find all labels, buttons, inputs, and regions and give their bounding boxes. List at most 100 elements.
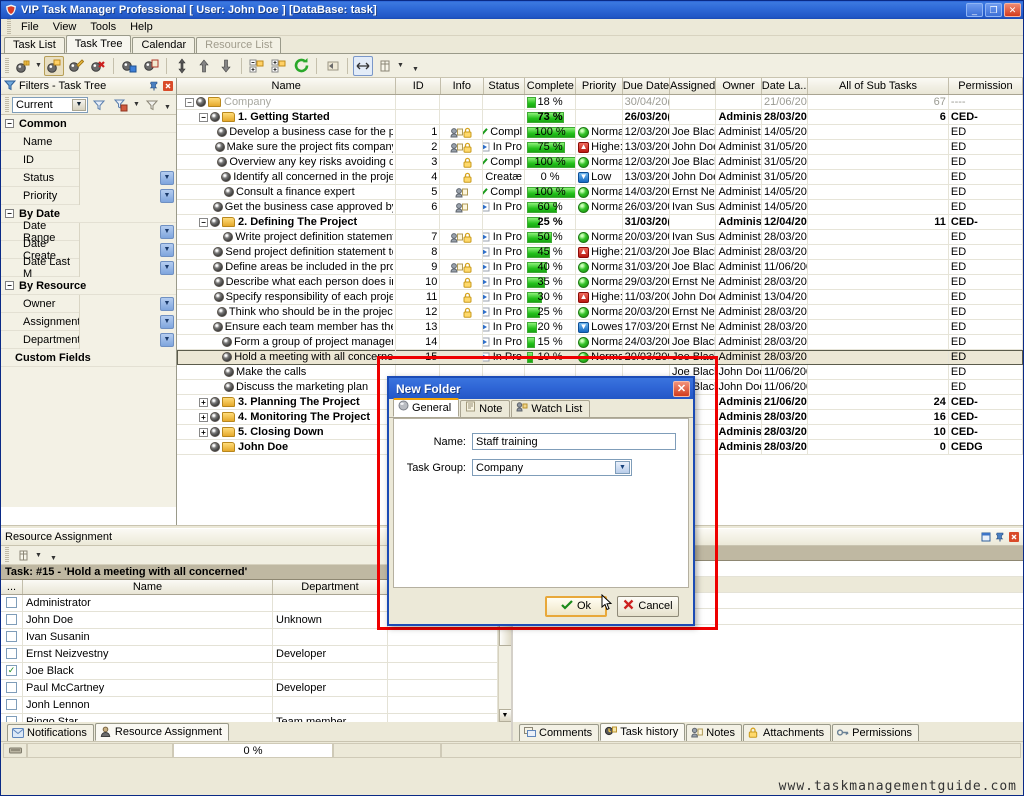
collapse-all-icon[interactable] (247, 56, 267, 76)
filter-field-value[interactable] (79, 132, 176, 151)
delete-task-icon[interactable] (88, 56, 108, 76)
columns-icon[interactable] (375, 56, 395, 76)
columns-dropdown-icon[interactable]: ▼ (34, 552, 43, 559)
maximize-button[interactable]: ❐ (985, 3, 1002, 17)
task-row[interactable]: Write project definition statement 7 In Pr… (177, 230, 1023, 245)
chevron-down-icon[interactable]: ▼ (615, 461, 630, 474)
resource-checkbox-cell[interactable] (1, 714, 23, 722)
filter-field-name[interactable]: Name (1, 132, 176, 151)
filter-field-value[interactable]: ▼ (79, 240, 176, 259)
filter-field-date-last-m[interactable]: Date Last M ▼ (1, 256, 176, 280)
resource-checkbox-cell[interactable] (1, 595, 23, 611)
move-up-icon[interactable] (194, 56, 214, 76)
column-header-due-date[interactable]: Due Date (623, 78, 670, 94)
new-task-icon[interactable] (13, 56, 33, 76)
filters-overflow-icon[interactable]: ▼ (163, 104, 172, 111)
resource-row[interactable]: Ivan Susanin (1, 629, 498, 646)
dock-tab-resource-assignment[interactable]: Resource Assignment (94, 723, 229, 741)
filter-field-priority[interactable]: Priority ▼ (1, 186, 176, 205)
resource-toolbar-overflow-icon[interactable]: ▼ (49, 555, 58, 562)
copy-task-icon[interactable] (141, 56, 161, 76)
menu-item-file[interactable]: File (14, 20, 46, 34)
resource-checkbox[interactable] (6, 699, 17, 710)
task-row[interactable]: Overview any key risks avoiding details 3… (177, 155, 1023, 170)
column-header-assigned[interactable]: Assigned (670, 78, 717, 94)
dock-tab-attachments[interactable]: Attachments (743, 724, 832, 741)
chevron-down-icon[interactable]: ▼ (72, 98, 86, 111)
tab-calendar[interactable]: Calendar (132, 37, 196, 53)
move-updown-icon[interactable] (172, 56, 192, 76)
apply-filter-icon[interactable] (89, 95, 109, 115)
dialog-tab-general[interactable]: General (393, 398, 460, 417)
resource-checkbox-cell[interactable] (1, 629, 23, 645)
filter-group-by-resource[interactable]: − By Resource (1, 277, 176, 295)
column-header-date-la[interactable]: Date La... (762, 78, 809, 94)
resource-column-name[interactable]: Name (23, 580, 273, 594)
close-button[interactable]: ✕ (1004, 3, 1021, 17)
ok-button[interactable]: Ok (545, 595, 607, 617)
columns-icon[interactable] (13, 545, 33, 565)
task-row[interactable]: Get the business case approved by senior… (177, 200, 1023, 215)
resource-checkbox[interactable] (6, 648, 17, 659)
chevron-down-icon[interactable]: ▼ (160, 260, 174, 275)
column-header-permission[interactable]: Permission (949, 78, 1023, 94)
save-filter-icon[interactable] (111, 95, 131, 115)
tree-collapse-icon[interactable]: − (185, 97, 194, 107)
resource-row[interactable]: Ernst Neizvestny Developer (1, 646, 498, 663)
tree-collapse-icon[interactable]: − (199, 217, 208, 227)
dock-tab-notes[interactable]: Notes (686, 724, 743, 741)
filter-preset-select[interactable]: Current ▼ (12, 96, 88, 113)
dialog-tab-watch-list[interactable]: Watch List (511, 400, 591, 417)
task-row[interactable]: Send project definition statement to all… (177, 245, 1023, 260)
folder-name-input[interactable]: Staff training (472, 433, 676, 450)
tab-task-tree[interactable]: Task Tree (65, 35, 132, 53)
collapse-icon[interactable]: − (5, 209, 14, 218)
task-row[interactable]: Describe what each person does in the pr… (177, 275, 1023, 290)
close-icon[interactable] (162, 81, 173, 92)
resource-row[interactable]: Jonh Lennon (1, 697, 498, 714)
filter-field-assignment[interactable]: Assignment ▼ (1, 312, 176, 331)
back-icon[interactable] (322, 56, 342, 76)
new-task-dropdown-icon[interactable]: ▼ (34, 62, 43, 69)
task-row[interactable]: − 2. Defining The Project 25 % 31/03/20(Adm… (177, 215, 1023, 230)
refresh-icon[interactable] (291, 56, 311, 76)
resource-checkbox[interactable] (6, 614, 17, 625)
tree-expand-icon[interactable]: + (199, 412, 208, 422)
collapse-icon[interactable]: − (5, 281, 14, 290)
resource-checkbox[interactable] (6, 597, 17, 608)
filter-group-custom-fields[interactable]: Custom Fields (1, 349, 176, 367)
cancel-button[interactable]: Cancel (617, 595, 679, 617)
chevron-down-icon[interactable]: ▼ (160, 314, 174, 329)
dock-tab-task-history[interactable]: Task history (600, 723, 686, 741)
close-icon[interactable] (1008, 532, 1019, 543)
resource-row[interactable]: Paul McCartney Developer (1, 680, 498, 697)
menu-item-help[interactable]: Help (123, 20, 160, 34)
filter-field-id[interactable]: ID (1, 150, 176, 169)
expand-all-icon[interactable] (269, 56, 289, 76)
move-down-icon[interactable] (216, 56, 236, 76)
task-row[interactable]: − 1. Getting Started 73 % 26/03/20(Administ… (177, 110, 1023, 125)
dock-tab-notifications[interactable]: Notifications (7, 724, 94, 741)
clear-filter-icon[interactable] (142, 95, 162, 115)
tree-expand-icon[interactable]: + (199, 427, 208, 437)
column-header-status[interactable]: Status (484, 78, 526, 94)
resource-column-[interactable]: ... (1, 580, 23, 594)
save-filter-dropdown-icon[interactable]: ▼ (132, 101, 141, 108)
filter-field-department[interactable]: Department ▼ (1, 330, 176, 349)
tab-task-list[interactable]: Task List (4, 37, 65, 53)
task-row[interactable]: Think who should be in the project team1… (177, 305, 1023, 320)
column-header-name[interactable]: Name (177, 78, 397, 94)
resource-checkbox-cell[interactable] (1, 646, 23, 662)
task-row[interactable]: Develop a business case for the project1… (177, 125, 1023, 140)
columns-dropdown-icon[interactable]: ▼ (396, 62, 405, 69)
chevron-down-icon[interactable]: ▼ (160, 332, 174, 347)
menu-item-tools[interactable]: Tools (83, 20, 123, 34)
task-row[interactable]: Specify responsibility of each project t… (177, 290, 1023, 305)
column-header-id[interactable]: ID (396, 78, 441, 94)
resource-checkbox-cell[interactable]: ✓ (1, 663, 23, 679)
filter-field-value[interactable]: ▼ (79, 222, 176, 241)
filter-field-value[interactable] (79, 150, 176, 169)
dialog-close-button[interactable]: ✕ (673, 380, 690, 397)
chevron-down-icon[interactable]: ▼ (160, 170, 174, 185)
chevron-down-icon[interactable]: ▼ (160, 296, 174, 311)
